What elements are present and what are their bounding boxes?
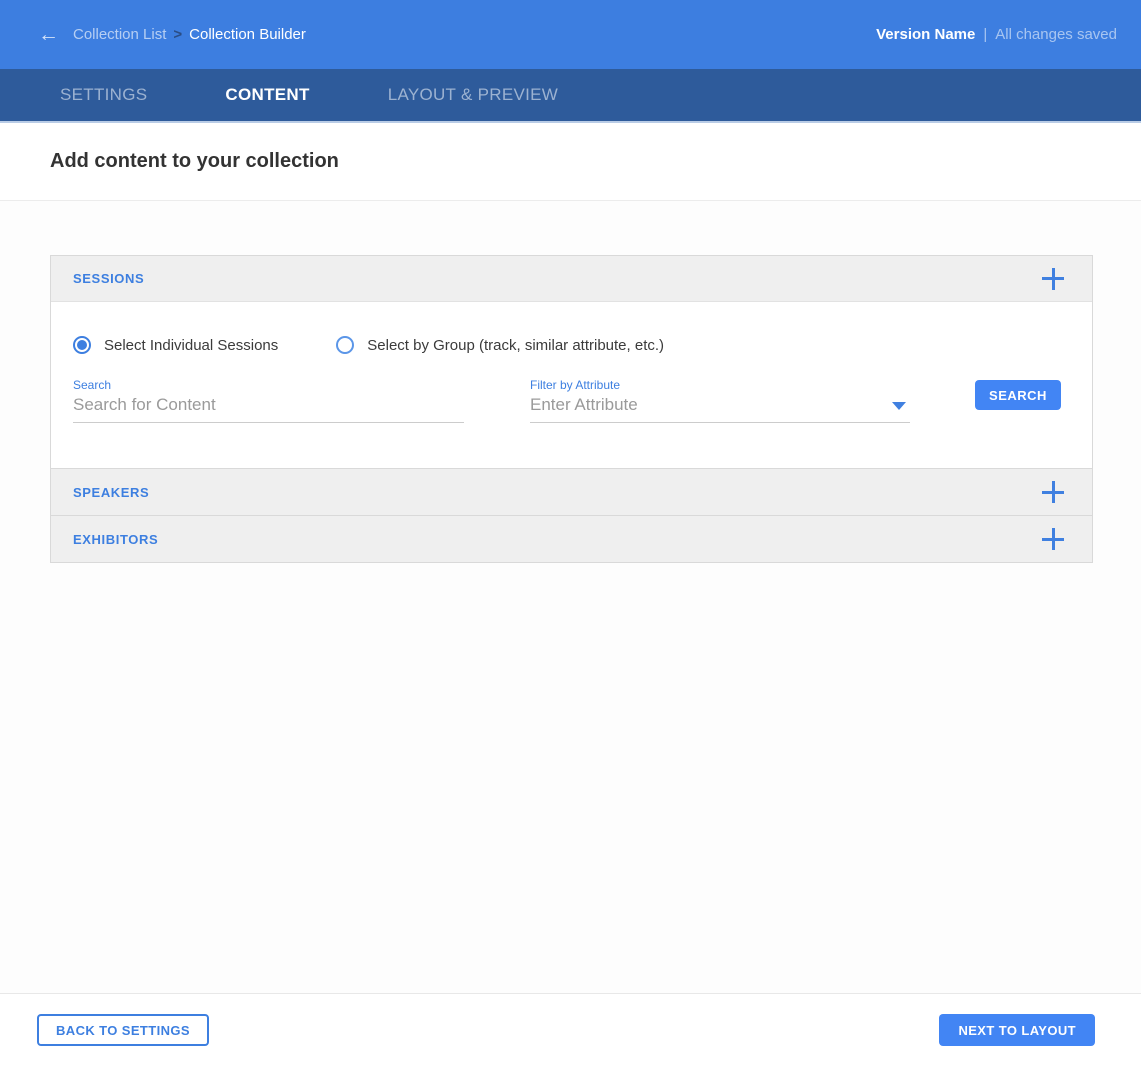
radio-individual-sessions[interactable]: Select Individual Sessions [73,336,278,354]
accordion-section-speakers: SPEAKERS [51,468,1092,515]
tab-settings[interactable]: SETTINGS [60,85,147,105]
plus-icon[interactable] [1042,267,1064,290]
page-title: Add content to your collection [50,150,339,172]
breadcrumb-current: Collection Builder [189,26,306,43]
back-to-settings-button[interactable]: BACK TO SETTINGS [37,1014,210,1046]
sessions-title: SESSIONS [73,271,145,286]
radio-group-label: Select by Group (track, similar attribut… [367,336,665,354]
caret-down-icon[interactable] [892,402,906,410]
breadcrumb-parent[interactable]: Collection List [73,26,166,43]
breadcrumb: ← Collection List > Collection Builder [38,24,306,45]
wizard-footer: BACK TO SETTINGS NEXT TO LAYOUT [0,993,1141,1065]
next-to-layout-button[interactable]: NEXT TO LAYOUT [939,1014,1095,1046]
speakers-header[interactable]: SPEAKERS [51,469,1092,515]
radio-individual-label: Select Individual Sessions [104,336,279,354]
content-accordion: SESSIONS Select Individual Sessions Sele… [50,255,1093,563]
tab-layout-preview[interactable]: LAYOUT & PREVIEW [388,85,558,105]
version-status: Version Name | All changes saved [876,26,1117,43]
session-select-mode: Select Individual Sessions Select by Gro… [73,336,1070,354]
breadcrumb-separator: > [173,26,183,43]
tab-bar: SETTINGS CONTENT LAYOUT & PREVIEW [0,69,1141,123]
exhibitors-title: EXHIBITORS [73,531,159,547]
accordion-section-exhibitors: EXHIBITORS [51,515,1092,562]
radio-selected-icon[interactable] [73,336,91,354]
speakers-title: SPEAKERS [73,484,150,500]
filter-field-wrap: Filter by Attribute [530,378,910,423]
app-bar: ← Collection List > Collection Builder V… [0,0,1141,69]
sessions-body: Select Individual Sessions Select by Gro… [51,302,1092,468]
accordion-section-sessions: SESSIONS Select Individual Sessions Sele… [51,256,1092,468]
version-name[interactable]: Version Name [876,26,975,43]
back-arrow-icon[interactable]: ← [38,24,59,45]
save-status: All changes saved [995,26,1117,43]
search-field-wrap: Search [73,378,464,423]
radio-by-group[interactable]: Select by Group (track, similar attribut… [336,336,664,354]
main-content: SESSIONS Select Individual Sessions Sele… [0,201,1141,993]
title-strip: Add content to your collection [0,123,1141,201]
search-input[interactable] [73,393,464,423]
session-search-row: Search Filter by Attribute SEARCH [73,378,1070,423]
filter-attribute-input[interactable] [530,393,910,423]
radio-unselected-icon[interactable] [336,336,355,354]
exhibitors-header[interactable]: EXHIBITORS [51,516,1092,562]
search-field-label: Search [73,378,112,392]
sessions-header[interactable]: SESSIONS [51,256,1092,302]
tab-content[interactable]: CONTENT [225,85,309,105]
status-separator: | [983,26,988,43]
plus-icon[interactable] [1042,528,1064,550]
filter-field-label: Filter by Attribute [530,378,621,392]
plus-icon[interactable] [1042,481,1064,503]
search-button[interactable]: SEARCH [975,380,1061,410]
